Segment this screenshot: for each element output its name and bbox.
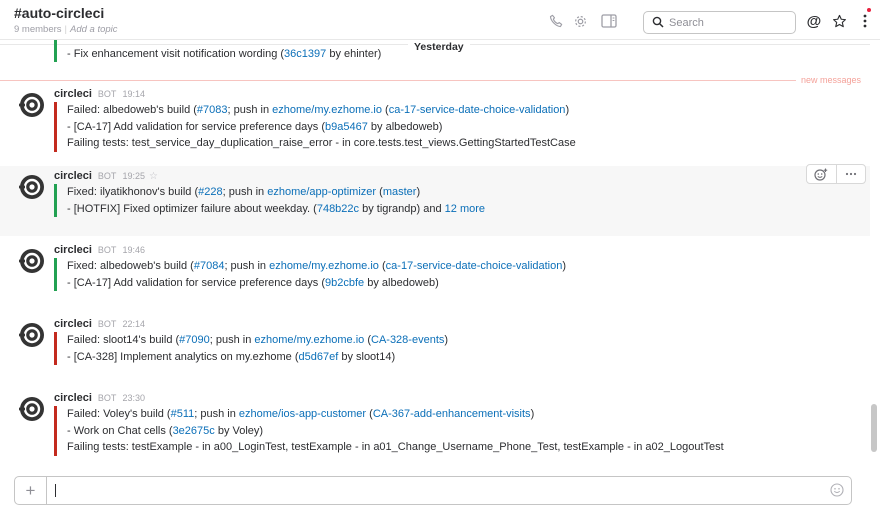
timestamp[interactable]: 22:14 <box>122 319 145 329</box>
message-composer: + <box>14 476 852 505</box>
repo-link[interactable]: ezhome/app-optimizer <box>267 186 376 198</box>
branch-link[interactable]: CA-367-add-enhancement-visits <box>373 408 531 420</box>
author-name[interactable]: circleci <box>54 88 92 100</box>
phone-icon[interactable] <box>547 12 565 30</box>
bot-badge: BOT <box>97 245 117 255</box>
commit-link[interactable]: 748b22c <box>317 203 359 215</box>
commit-link[interactable]: d5d67ef <box>299 351 339 363</box>
search-input[interactable] <box>669 15 789 31</box>
branch-link[interactable]: ca-17-service-date-choice-validation <box>389 104 566 116</box>
branch-link[interactable]: CA-328-events <box>371 334 444 346</box>
sidebar-toggle-icon[interactable] <box>600 12 618 30</box>
branch-link[interactable]: master <box>383 186 417 198</box>
bot-badge: BOT <box>97 171 117 181</box>
emoji-icon[interactable] <box>830 483 844 497</box>
timestamp[interactable]: 19:46 <box>122 245 145 255</box>
star-icon[interactable] <box>830 12 848 30</box>
message: circleci BOT 19:14 Failed: albedoweb's bui… <box>0 84 870 158</box>
repo-link[interactable]: ezhome/my.ezhome.io <box>272 104 382 116</box>
build-attachment: Failed: sloot14's build (#7090; push in … <box>54 332 448 365</box>
branch-link[interactable]: ca-17-service-date-choice-validation <box>386 260 563 272</box>
build-link[interactable]: #7090 <box>179 334 210 346</box>
new-messages-divider <box>0 80 796 81</box>
repo-link[interactable]: ezhome/ios-app-customer <box>239 408 366 420</box>
commit-link[interactable]: 3e2675c <box>173 425 215 437</box>
bot-badge: BOT <box>97 393 117 403</box>
author-name[interactable]: circleci <box>54 392 92 404</box>
message: circleci BOT 19:46 Fixed: albedoweb's buil… <box>0 240 870 304</box>
author-name[interactable]: circleci <box>54 318 92 330</box>
message: circleci BOT 23:30 Failed: Voley's build (… <box>0 388 870 466</box>
message-input[interactable] <box>53 482 823 499</box>
message: circleci BOT 19:25 ☆ Fixed: ilyatikhonov's … <box>0 166 870 236</box>
build-link[interactable]: #7083 <box>197 104 228 116</box>
day-label: Yesterday <box>408 41 470 53</box>
add-reaction-icon <box>814 168 828 181</box>
add-reaction-button[interactable] <box>807 165 837 183</box>
failing-tests: Failing tests: testExample - in a00_Logi… <box>67 441 724 453</box>
timestamp[interactable]: 23:30 <box>122 393 145 403</box>
search-icon <box>652 16 664 31</box>
gear-icon[interactable] <box>571 12 589 30</box>
timestamp[interactable]: 19:14 <box>122 89 145 99</box>
at-mention-icon[interactable]: @ <box>805 12 823 30</box>
channel-meta: 9 members | Add a topic <box>14 24 118 35</box>
more-actions-button[interactable] <box>837 165 866 183</box>
build-link[interactable]: #7084 <box>194 260 225 272</box>
message-actions <box>806 164 866 184</box>
circleci-avatar-icon[interactable] <box>19 92 45 118</box>
circleci-avatar-icon[interactable] <box>19 248 45 274</box>
repo-link[interactable]: ezhome/my.ezhome.io <box>254 334 364 346</box>
more-horizontal-icon <box>845 172 856 176</box>
build-attachment: Fixed: albedoweb's build (#7084; push in… <box>54 258 566 291</box>
channel-title[interactable]: #auto-circleci <box>14 5 104 21</box>
more-commits-link[interactable]: 12 more <box>445 203 485 215</box>
author-name[interactable]: circleci <box>54 244 92 256</box>
commit-link[interactable]: 9b2cbfe <box>325 277 364 289</box>
message-feed[interactable]: Yesterday - Fix enhancement visit notifi… <box>0 40 870 470</box>
more-vertical-icon[interactable] <box>856 12 874 30</box>
author-name[interactable]: circleci <box>54 170 92 182</box>
previous-attachment: - Fix enhancement visit notification wor… <box>54 40 381 62</box>
star-message-icon[interactable]: ☆ <box>149 171 158 182</box>
bot-badge: BOT <box>97 89 117 99</box>
message: circleci BOT 22:14 Failed: sloot14's build… <box>0 314 870 378</box>
channel-header: #auto-circleci 9 members|Add a topic @ <box>0 0 880 40</box>
build-link[interactable]: #511 <box>171 408 195 420</box>
build-link[interactable]: #228 <box>198 186 222 198</box>
feed-scrollbar[interactable] <box>871 404 877 452</box>
failing-tests: Failing tests: test_service_day_duplicat… <box>67 137 576 149</box>
circleci-avatar-icon[interactable] <box>19 322 45 348</box>
circleci-avatar-icon[interactable] <box>19 174 45 200</box>
commit-link[interactable]: b9a5467 <box>325 121 368 133</box>
timestamp[interactable]: 19:25 <box>122 171 145 181</box>
notification-dot <box>867 8 871 12</box>
bot-badge: BOT <box>97 319 117 329</box>
member-count[interactable]: 9 members <box>14 24 62 35</box>
commit-link[interactable]: 36c1397 <box>284 48 326 60</box>
add-topic-link[interactable]: Add a topic <box>70 24 118 35</box>
search-box[interactable] <box>643 11 796 34</box>
text-caret <box>55 484 56 497</box>
plus-icon[interactable]: + <box>15 477 47 504</box>
build-attachment: Failed: Voley's build (#511; push in ezh… <box>54 406 724 456</box>
repo-link[interactable]: ezhome/my.ezhome.io <box>269 260 379 272</box>
build-attachment: Fixed: ilyatikhonov's build (#228; push … <box>54 184 485 217</box>
build-attachment: Failed: albedoweb's build (#7083; push i… <box>54 102 576 152</box>
circleci-avatar-icon[interactable] <box>19 396 45 422</box>
